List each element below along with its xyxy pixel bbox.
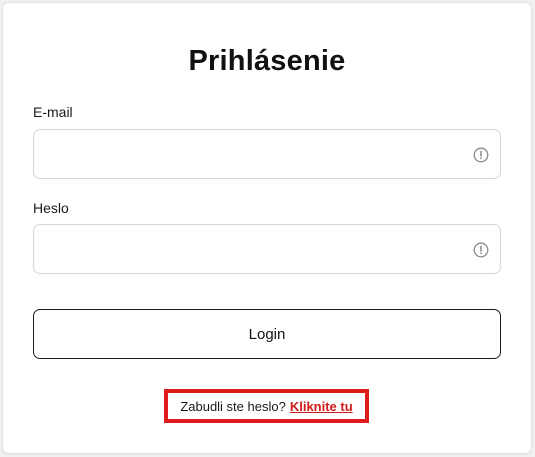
login-button[interactable]: Login [33, 309, 501, 359]
email-field-wrapper [33, 129, 501, 179]
email-field[interactable] [34, 130, 500, 178]
forgot-password-text: Zabudli ste heslo? [180, 398, 286, 414]
forgot-password-link[interactable]: Kliknite tu [290, 399, 353, 414]
password-field-wrapper [33, 224, 501, 274]
password-field[interactable] [34, 225, 500, 273]
email-label: E-mail [33, 104, 73, 120]
forgot-password-highlight: Zabudli ste heslo? Kliknite tu [164, 389, 369, 423]
alert-circle-icon [473, 242, 489, 258]
alert-circle-icon [473, 147, 489, 163]
password-label: Heslo [33, 200, 69, 216]
login-card: Prihlásenie E-mail Heslo Login Zabudli s… [3, 3, 531, 453]
page-title: Prihlásenie [188, 45, 346, 77]
